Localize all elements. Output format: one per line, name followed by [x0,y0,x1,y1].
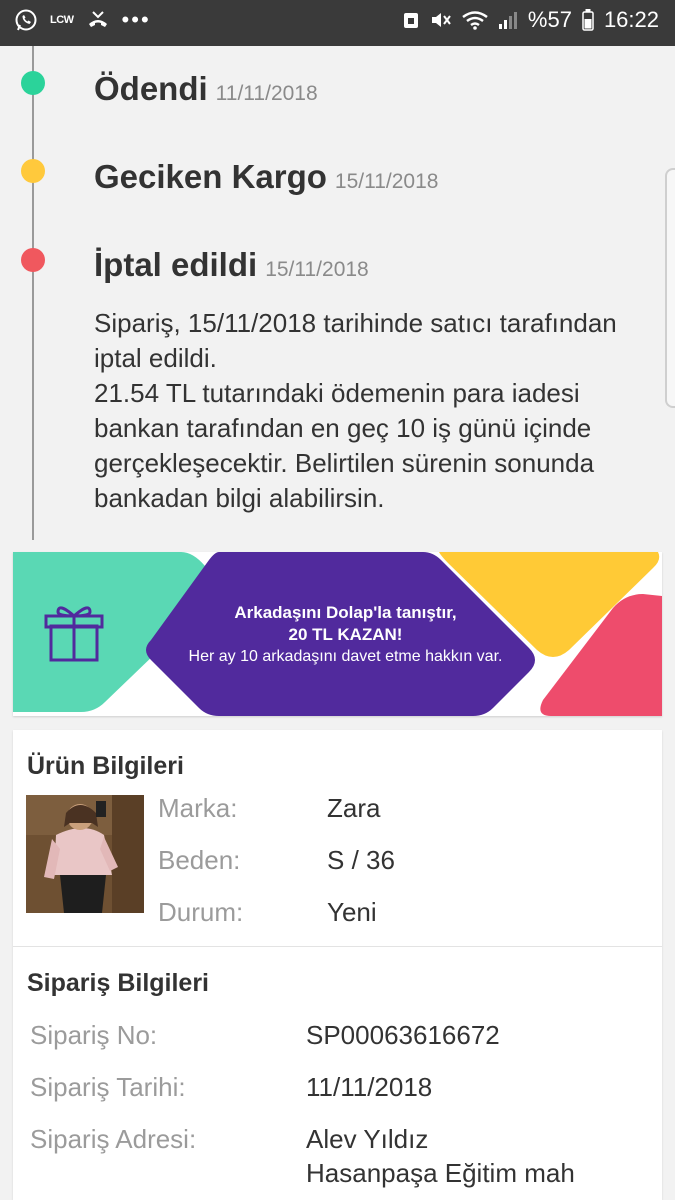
scroll-handle[interactable] [665,168,675,408]
refund-message-line: 21.54 TL tutarındaki ödemenin para iades… [94,378,595,513]
referral-banner[interactable]: Arkadaşını Dolap'la tanıştır, 20 TL KAZA… [13,552,662,716]
timeline-line [32,46,34,540]
cancel-message: Sipariş, 15/11/2018 tarihinde satıcı tar… [94,306,654,516]
product-photo[interactable] [26,795,144,913]
banner-reward: 20 TL KAZAN! [288,625,403,644]
product-value-condition: Yeni [327,897,377,927]
product-value-brand: Zara [327,793,381,823]
product-label-size: Beden: [158,845,241,875]
order-value-number: SP00063616672 [306,1020,500,1050]
timeline-dot-cancelled [21,248,45,272]
timeline-status: Ödendi [94,70,208,107]
notification-overflow: ••• [121,7,151,32]
timeline-status: İptal edildi [94,246,258,283]
banner-subtext: Her ay 10 arkadaşını davet etme hakkın v… [188,648,503,665]
timeline-date: 11/11/2018 [215,82,318,105]
order-info-title: Sipariş Bilgileri [27,969,210,997]
product-label-brand: Marka: [158,793,238,823]
order-label-address: Sipariş Adresi: [30,1124,197,1154]
product-image [26,795,144,913]
order-value-address-name: Alev Yıldız [306,1124,429,1154]
whatsapp-icon [14,8,38,32]
timeline-dot-paid [21,71,45,95]
order-label-number: Sipariş No: [30,1020,158,1050]
alarm-icon [402,10,420,30]
order-value-date: 11/11/2018 [306,1072,433,1102]
status-bar: LCW ••• %57 16:22 [0,0,675,46]
banner-text: Arkadaşını Dolap'la tanıştır, 20 TL KAZA… [153,602,538,668]
section-divider [13,946,662,947]
missed-call-icon [86,9,110,31]
mute-icon [430,10,452,30]
battery-icon [582,9,594,31]
order-value-address-line: Hasanpaşa Eğitim mah [306,1158,575,1188]
info-card: Ürün Bilgileri Marka: Zara Beden: S / 36… [13,730,662,1200]
clock: 16:22 [603,7,659,32]
timeline-item-delayed: Geciken Kargo 15/11/2018 [94,158,438,196]
battery-percent: %57 [527,7,572,32]
timeline-item-cancelled: İptal edildi 15/11/2018 [94,246,369,284]
cancel-message-line: Sipariş, 15/11/2018 tarihinde satıcı tar… [94,308,617,373]
product-label-condition: Durum: [158,897,244,927]
order-label-date: Sipariş Tarihi: [30,1072,186,1102]
product-value-size: S / 36 [327,845,395,875]
timeline-status: Geciken Kargo [94,158,327,195]
banner-headline: Arkadaşını Dolap'la tanıştır, [234,603,457,622]
gift-icon [44,606,104,662]
timeline-date: 15/11/2018 [334,170,439,193]
timeline-date: 15/11/2018 [265,258,369,281]
product-info-title: Ürün Bilgileri [27,752,184,780]
wifi-icon [462,10,488,30]
timeline-dot-delayed [21,159,45,183]
timeline-item-paid: Ödendi 11/11/2018 [94,70,318,108]
lcw-badge: LCW [50,14,74,26]
signal-icon [498,10,518,30]
